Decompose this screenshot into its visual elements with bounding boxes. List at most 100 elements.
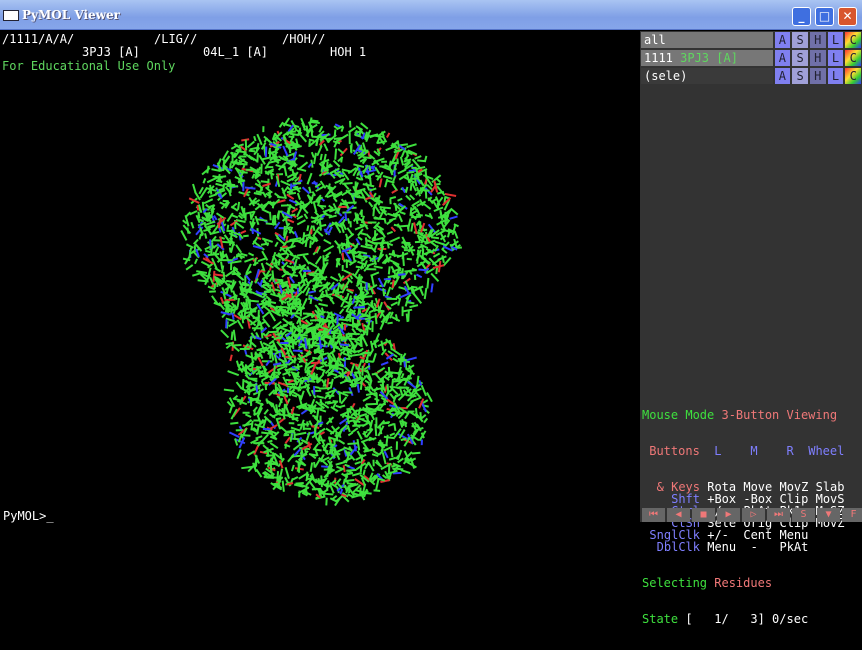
bond (262, 381, 264, 386)
object-button-l[interactable]: L (828, 32, 844, 48)
bond (361, 379, 362, 390)
bond (402, 310, 412, 312)
bond (398, 299, 400, 306)
object-button-h[interactable]: H (810, 50, 826, 66)
object-button-c[interactable]: C (845, 50, 861, 66)
bond (249, 389, 250, 395)
bond (234, 330, 236, 341)
bond (432, 199, 437, 202)
maximize-button[interactable]: □ (815, 7, 834, 26)
key-modifier: SnglClk (642, 529, 700, 541)
bond (374, 303, 376, 308)
bond (261, 433, 273, 434)
object-button-a[interactable]: A (775, 32, 791, 48)
object-row[interactable]: 1111 3PJ3 [A]ASHLC (641, 50, 861, 67)
bond (195, 259, 197, 264)
bond (420, 412, 421, 420)
bond (297, 254, 308, 256)
object-button-a[interactable]: A (775, 50, 791, 66)
bond (232, 331, 233, 339)
object-name[interactable]: (sele) (641, 68, 773, 84)
bond (392, 468, 403, 469)
object-button-c[interactable]: C (845, 68, 861, 84)
bond (285, 437, 290, 443)
command-input[interactable]: PyMOL>_ (3, 510, 54, 523)
object-button-s[interactable]: S (792, 50, 808, 66)
bond (262, 184, 270, 187)
object-button-a[interactable]: A (775, 68, 791, 84)
object-button-l[interactable]: L (828, 50, 844, 66)
bond (293, 477, 298, 479)
object-name[interactable]: 1111 3PJ3 [A] (641, 50, 773, 66)
close-button[interactable]: ✕ (838, 7, 857, 26)
object-name[interactable]: all (641, 32, 773, 48)
bond (341, 397, 346, 404)
vcr-button[interactable]: F (842, 508, 862, 522)
object-button-s[interactable]: S (792, 32, 808, 48)
bond (318, 304, 327, 306)
bond (199, 187, 203, 194)
bond (407, 401, 413, 408)
bond (297, 220, 305, 224)
bond (313, 226, 314, 231)
bond (231, 145, 238, 149)
bond (361, 123, 368, 129)
bond (330, 277, 338, 281)
3d-viewport[interactable]: /1111/A/A/ /LIG// /HOH// 3PJ3 [A] 04L_1 … (0, 31, 640, 522)
object-row[interactable]: (sele)ASHLC (641, 68, 861, 85)
bond (424, 418, 427, 422)
bond (363, 396, 371, 401)
bond (277, 471, 278, 482)
bond (186, 265, 193, 270)
object-button-h[interactable]: H (810, 32, 826, 48)
bond (277, 197, 285, 198)
bond (221, 312, 231, 314)
vcr-button[interactable]: ◀ (667, 508, 690, 522)
object-button-h[interactable]: H (810, 68, 826, 84)
minimize-button[interactable]: _ (792, 7, 811, 26)
bond (374, 266, 383, 268)
bond (410, 305, 418, 307)
bond (258, 258, 266, 261)
bond (394, 225, 399, 226)
bond (285, 444, 286, 449)
object-button-s[interactable]: S (792, 68, 808, 84)
bond (366, 234, 370, 238)
bond (283, 481, 284, 492)
col-r: R (787, 444, 794, 458)
vcr-button[interactable]: ⏭ (767, 508, 790, 522)
bond (412, 453, 420, 454)
bond (374, 204, 380, 213)
bond (205, 251, 210, 252)
bond (407, 172, 415, 173)
selecting-value[interactable]: Residues (714, 576, 772, 590)
bond (358, 237, 362, 240)
vcr-button[interactable]: ▼ (817, 508, 840, 522)
bond (269, 148, 270, 154)
bond (285, 274, 293, 275)
bond (262, 157, 270, 159)
key-actions: Menu - PkAt (707, 540, 808, 554)
bond (431, 283, 432, 292)
bond (384, 437, 395, 438)
bond (427, 278, 428, 288)
vcr-button[interactable]: ▶ (717, 508, 740, 522)
bond (321, 154, 322, 160)
bond (373, 207, 374, 216)
vcr-button[interactable]: ▷ (742, 508, 765, 522)
mouse-mode-value[interactable]: 3-Button Viewing (721, 408, 837, 422)
object-button-l[interactable]: L (828, 68, 844, 84)
bond (244, 258, 253, 261)
bond (317, 440, 325, 441)
bond (361, 296, 372, 297)
vcr-button[interactable]: ■ (692, 508, 715, 522)
object-button-c[interactable]: C (845, 32, 861, 48)
bond (347, 228, 353, 236)
bond (238, 298, 240, 307)
bond (256, 469, 261, 477)
vcr-button[interactable]: ⏮ (642, 508, 665, 522)
object-row[interactable]: allASHLC (641, 32, 861, 49)
vcr-button[interactable]: S (792, 508, 815, 522)
bond (308, 164, 311, 168)
bond (205, 233, 206, 238)
